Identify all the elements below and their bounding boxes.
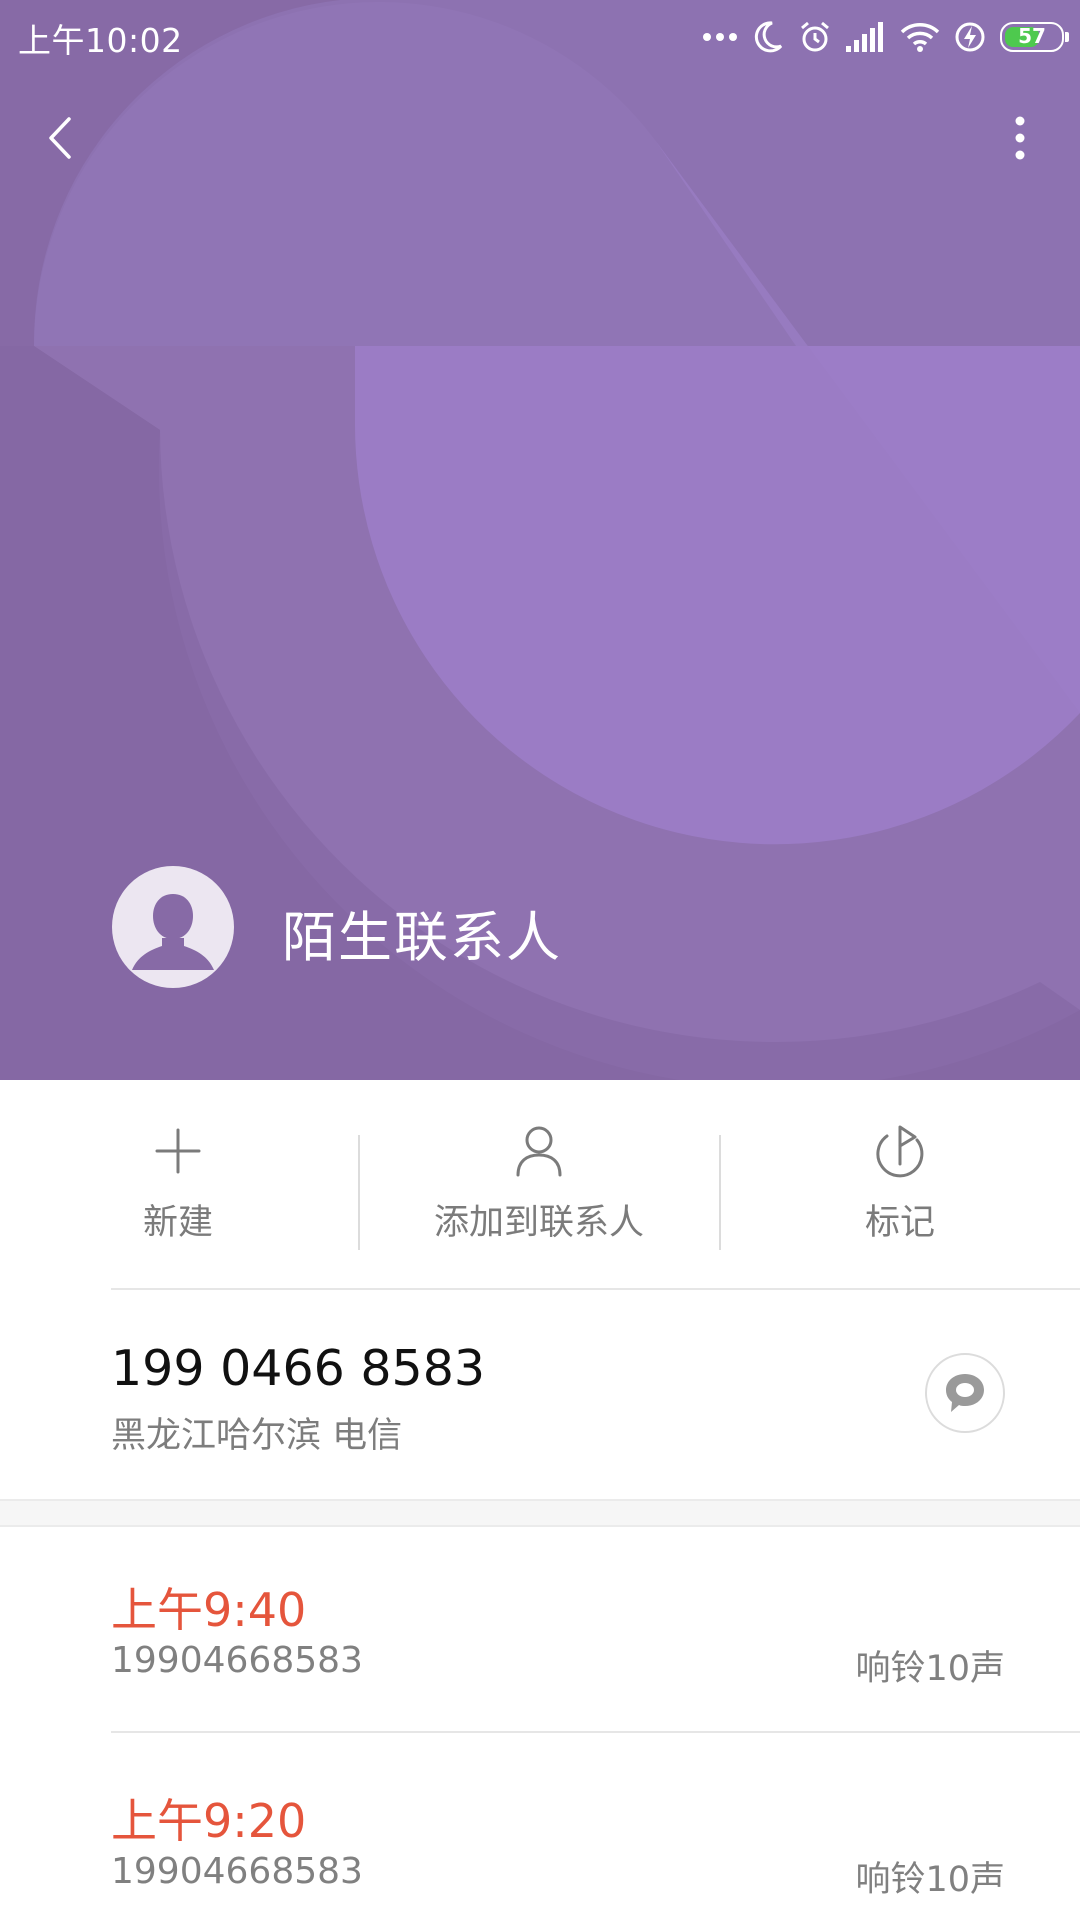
call-number: 19904668583: [111, 1640, 363, 1681]
plus-icon: [155, 1128, 201, 1174]
person-silhouette-icon: [132, 894, 214, 970]
contact-header: 上午10:02 57 陌生联系人: [0, 0, 1080, 1080]
call-number: 19904668583: [111, 1851, 363, 1892]
contact-name: 陌生联系人: [282, 906, 562, 969]
divider: [111, 1288, 1080, 1290]
message-bubble-icon: [946, 1374, 984, 1412]
action-row: 新建 添加到联系人 标记: [0, 1080, 1080, 1290]
status-icons: 57: [702, 16, 1069, 58]
phone-number[interactable]: 199 0466 8583: [111, 1340, 485, 1397]
more-dots-icon: [703, 33, 737, 41]
section-separator: [0, 1499, 1080, 1527]
alarm-icon: [801, 21, 829, 52]
status-time: 上午10:02: [18, 21, 183, 60]
new-label: 新建: [142, 1203, 213, 1243]
new-contact-button[interactable]: 新建: [28, 1120, 328, 1260]
person-icon: [516, 1126, 562, 1177]
mark-label: 标记: [864, 1203, 935, 1243]
call-time: 上午9:20: [111, 1794, 307, 1848]
more-vertical-icon: [1015, 116, 1025, 160]
avatar: [112, 866, 234, 988]
battery-level: 57: [1018, 24, 1046, 48]
signal-icon: [846, 22, 883, 52]
flag-icon: [876, 1125, 924, 1178]
more-options-button[interactable]: [990, 100, 1050, 176]
back-button[interactable]: [30, 100, 90, 176]
battery-icon: 57: [1000, 22, 1069, 52]
call-ring-count: 响铃10声: [855, 1649, 1005, 1689]
action-divider: [358, 1135, 360, 1250]
mark-button[interactable]: 标记: [750, 1120, 1050, 1260]
wifi-icon: [900, 23, 940, 52]
chevron-left-icon: [49, 117, 71, 159]
action-divider: [719, 1135, 721, 1250]
phone-location: 黑龙江哈尔滨 电信: [111, 1416, 403, 1456]
call-time: 上午9:40: [111, 1583, 307, 1637]
divider: [111, 1731, 1080, 1733]
moon-icon: [754, 21, 783, 53]
call-ring-count: 响铃10声: [855, 1860, 1005, 1900]
message-button[interactable]: [925, 1353, 1005, 1433]
status-bar: 上午10:02 57: [0, 0, 1080, 76]
add-to-contacts-label: 添加到联系人: [433, 1203, 644, 1243]
add-to-contacts-button[interactable]: 添加到联系人: [389, 1120, 689, 1260]
charging-icon: [955, 22, 985, 52]
